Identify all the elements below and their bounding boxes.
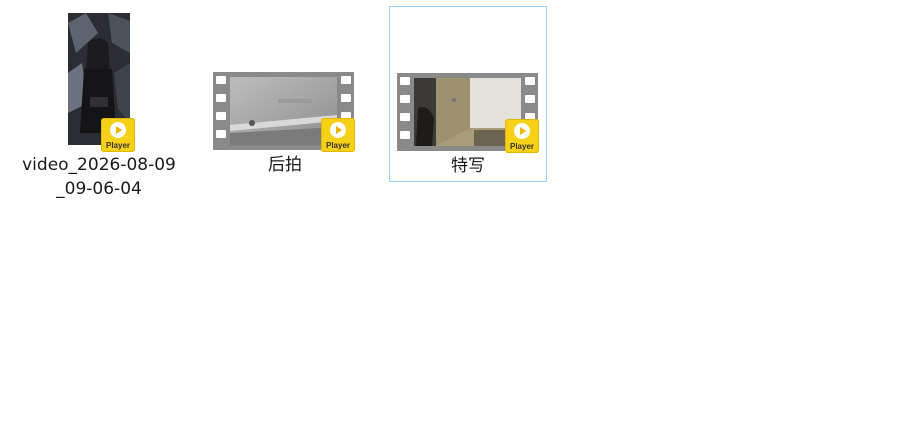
film-hole <box>216 112 226 120</box>
film-hole <box>216 94 226 102</box>
film-hole <box>400 95 410 103</box>
file-name-label: video_2026-08-09_09-06-04 <box>22 155 176 199</box>
file-item-houpai[interactable]: Player 后拍 <box>206 6 364 182</box>
file-explorer-view: Player video_2026-08-09_09-06-04 Player … <box>0 0 913 433</box>
film-hole <box>216 130 226 138</box>
player-badge: Player <box>101 118 135 152</box>
player-badge-label: Player <box>325 141 351 150</box>
film-hole <box>525 95 535 103</box>
player-badge-label: Player <box>105 141 131 150</box>
film-hole <box>525 77 535 85</box>
play-icon <box>514 123 530 139</box>
file-name-label: 后拍 <box>268 155 302 175</box>
film-hole <box>341 76 351 84</box>
player-badge: Player <box>505 119 539 153</box>
file-item-texie[interactable]: Player 特写 <box>389 6 547 182</box>
film-hole <box>400 131 410 139</box>
film-hole <box>341 94 351 102</box>
play-icon <box>110 122 126 138</box>
play-icon <box>330 122 346 138</box>
film-hole <box>400 113 410 121</box>
player-badge: Player <box>321 118 355 152</box>
file-name-label: 特写 <box>451 156 485 176</box>
player-badge-label: Player <box>509 142 535 151</box>
film-hole <box>400 77 410 85</box>
file-item-video[interactable]: Player video_2026-08-09_09-06-04 <box>20 6 178 206</box>
film-hole <box>216 76 226 84</box>
